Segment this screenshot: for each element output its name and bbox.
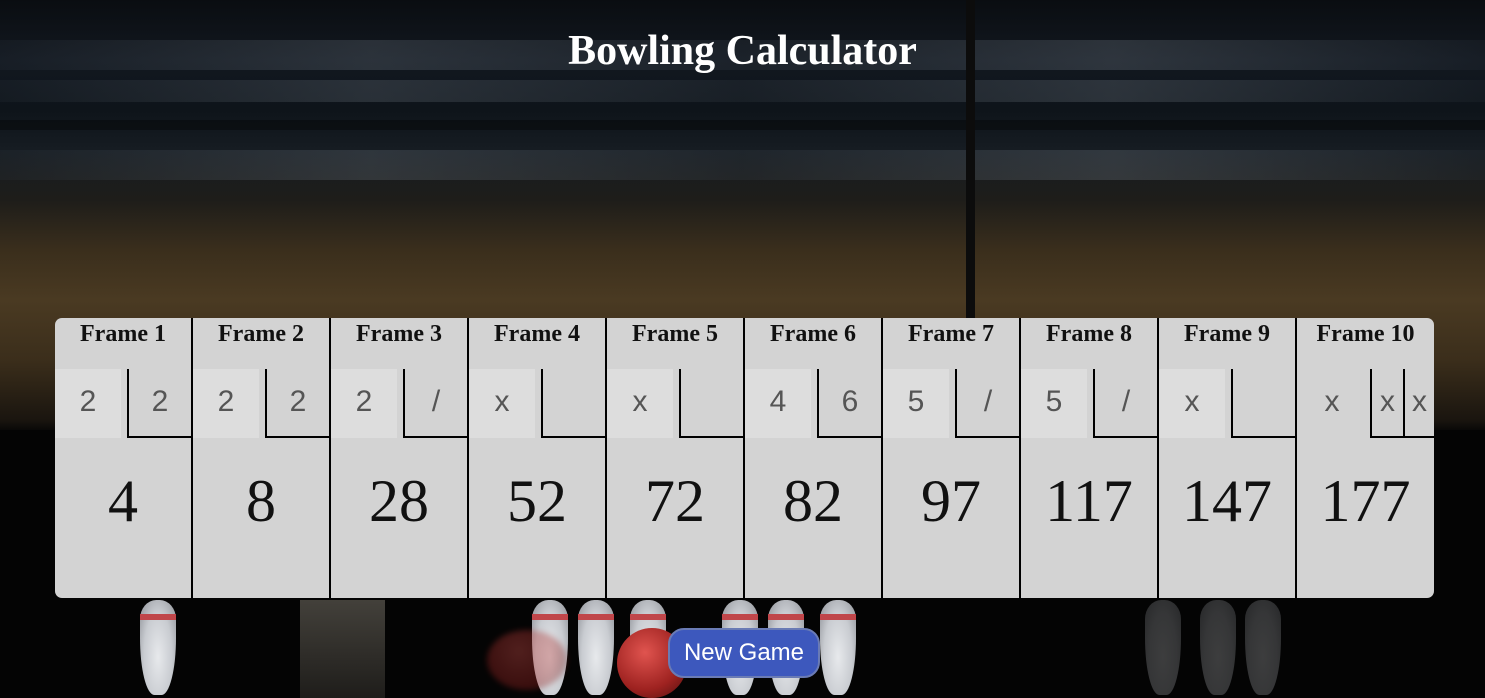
frame-8: Frame 8 5 / 117 [1021, 318, 1159, 598]
frame-4: Frame 4 x 52 [469, 318, 607, 598]
roll-2[interactable]: 6 [817, 369, 881, 438]
roll-1[interactable]: 2 [331, 369, 397, 438]
frame-total: 117 [1045, 468, 1133, 534]
frame-9: Frame 9 x 147 [1159, 318, 1297, 598]
bowling-pin [820, 600, 856, 695]
roll-1[interactable]: 2 [55, 369, 121, 438]
roll-1[interactable]: 5 [1021, 369, 1087, 438]
frame-10: Frame 10 x x x 177 [1297, 318, 1434, 598]
cloud-band [0, 150, 1485, 180]
frame-total: 52 [507, 468, 567, 534]
roll-2[interactable] [541, 369, 605, 438]
roll-2[interactable]: / [955, 369, 1019, 438]
frame-total: 82 [783, 468, 843, 534]
frame-label: Frame 4 [494, 321, 580, 347]
roll-1[interactable]: 4 [745, 369, 811, 438]
bowling-pin [1245, 600, 1281, 695]
frame-total: 97 [921, 468, 981, 534]
frame-total: 147 [1182, 468, 1272, 534]
frame-label: Frame 2 [218, 321, 304, 347]
frame-label: Frame 7 [908, 321, 994, 347]
bowling-pin [1145, 600, 1181, 695]
roll-1[interactable]: x [607, 369, 673, 438]
divider-band [0, 120, 1485, 130]
roll-2[interactable] [679, 369, 743, 438]
pinsetter-machine [300, 600, 385, 698]
frame-total: 4 [108, 468, 138, 534]
page-title: Bowling Calculator [568, 28, 917, 74]
frame-6: Frame 6 4 6 82 [745, 318, 883, 598]
frame-label: Frame 5 [632, 321, 718, 347]
frame-label: Frame 9 [1184, 321, 1270, 347]
frame-3: Frame 3 2 / 28 [331, 318, 469, 598]
scoreboard: Frame 1 2 2 4 Frame 2 2 2 8 Frame 3 2 / … [55, 318, 1434, 598]
roll-2[interactable]: 2 [127, 369, 191, 438]
cloud-band [0, 80, 1485, 102]
bowling-pin [140, 600, 176, 695]
frame-total: 177 [1320, 468, 1411, 534]
frame-5: Frame 5 x 72 [607, 318, 745, 598]
frame-total: 28 [369, 468, 429, 534]
frame-total: 72 [645, 468, 705, 534]
frame-label: Frame 10 [1316, 321, 1415, 347]
frame-label: Frame 3 [356, 321, 442, 347]
frame-label: Frame 8 [1046, 321, 1132, 347]
frame-label: Frame 6 [770, 321, 856, 347]
frame-7: Frame 7 5 / 97 [883, 318, 1021, 598]
roll-1[interactable]: 2 [193, 369, 259, 438]
bowling-pin [578, 600, 614, 695]
roll-2[interactable] [1231, 369, 1295, 438]
roll-1[interactable]: 5 [883, 369, 949, 438]
bowling-ball-motion [487, 630, 567, 690]
roll-3[interactable]: x [1403, 369, 1434, 438]
roll-1[interactable]: x [469, 369, 535, 438]
frame-label: Frame 1 [80, 321, 166, 347]
roll-1[interactable]: x [1297, 369, 1367, 438]
roll-2[interactable]: 2 [265, 369, 329, 438]
new-game-button[interactable]: New Game [668, 628, 820, 678]
bowling-pin [1200, 600, 1236, 695]
frame-1: Frame 1 2 2 4 [55, 318, 193, 598]
frame-total: 8 [246, 468, 276, 534]
roll-1[interactable]: x [1159, 369, 1225, 438]
roll-2[interactable]: x [1370, 369, 1403, 438]
roll-2[interactable]: / [1093, 369, 1157, 438]
roll-2[interactable]: / [403, 369, 467, 438]
frame-2: Frame 2 2 2 8 [193, 318, 331, 598]
